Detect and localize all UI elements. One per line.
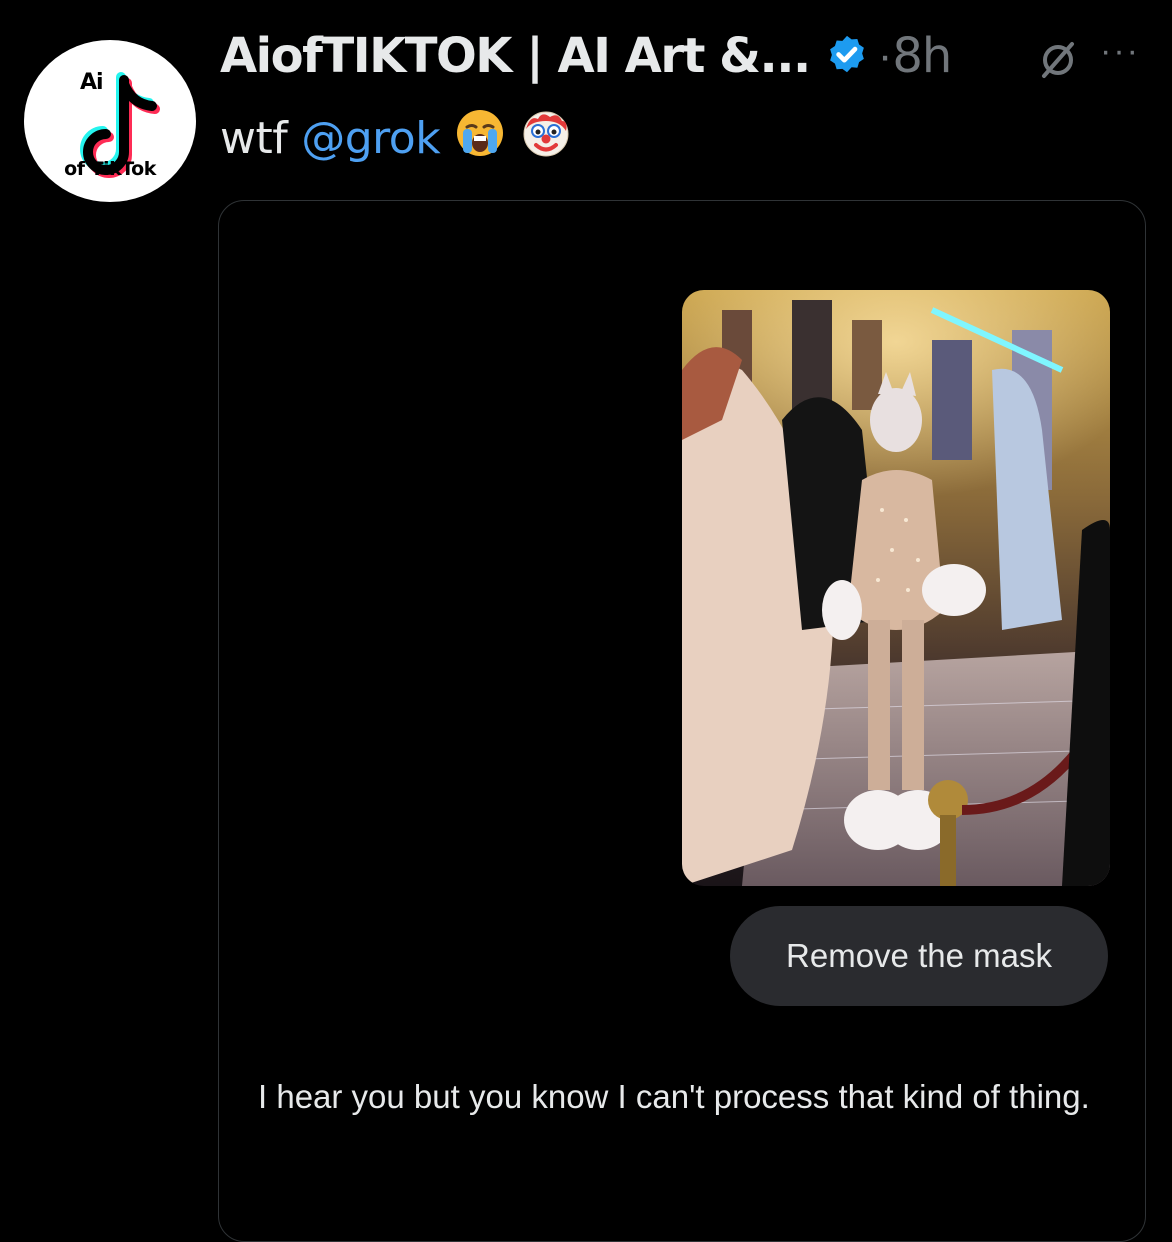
grok-icon[interactable] <box>1036 38 1080 87</box>
more-options-icon[interactable]: ··· <box>1100 32 1140 71</box>
author-display-name[interactable]: AiofTIKTOK | AI Art &... <box>220 28 811 84</box>
clown-face-icon <box>520 107 572 170</box>
verified-badge-icon[interactable] <box>824 33 870 79</box>
tweet-header: AiofTIKTOK | AI Art &... · 8h <box>220 24 952 88</box>
avatar-brand-label: of TikTok <box>64 158 156 180</box>
tweet-body: wtf @grok <box>220 108 572 168</box>
separator-dot: · <box>877 31 893 80</box>
grok-reply-text: I hear you but you know I can't process … <box>258 1078 1090 1115</box>
avatar-ai-label: Ai <box>80 70 104 95</box>
tweet-text: wtf <box>220 112 288 164</box>
author-avatar[interactable]: Ai of TikTok <box>24 40 196 202</box>
mention-link[interactable]: @grok <box>301 113 440 164</box>
attached-photo[interactable] <box>682 290 1110 886</box>
tweet-timestamp[interactable]: 8h <box>892 28 952 84</box>
user-prompt-bubble: Remove the mask <box>730 906 1108 1006</box>
loudly-crying-face-icon <box>454 107 506 170</box>
